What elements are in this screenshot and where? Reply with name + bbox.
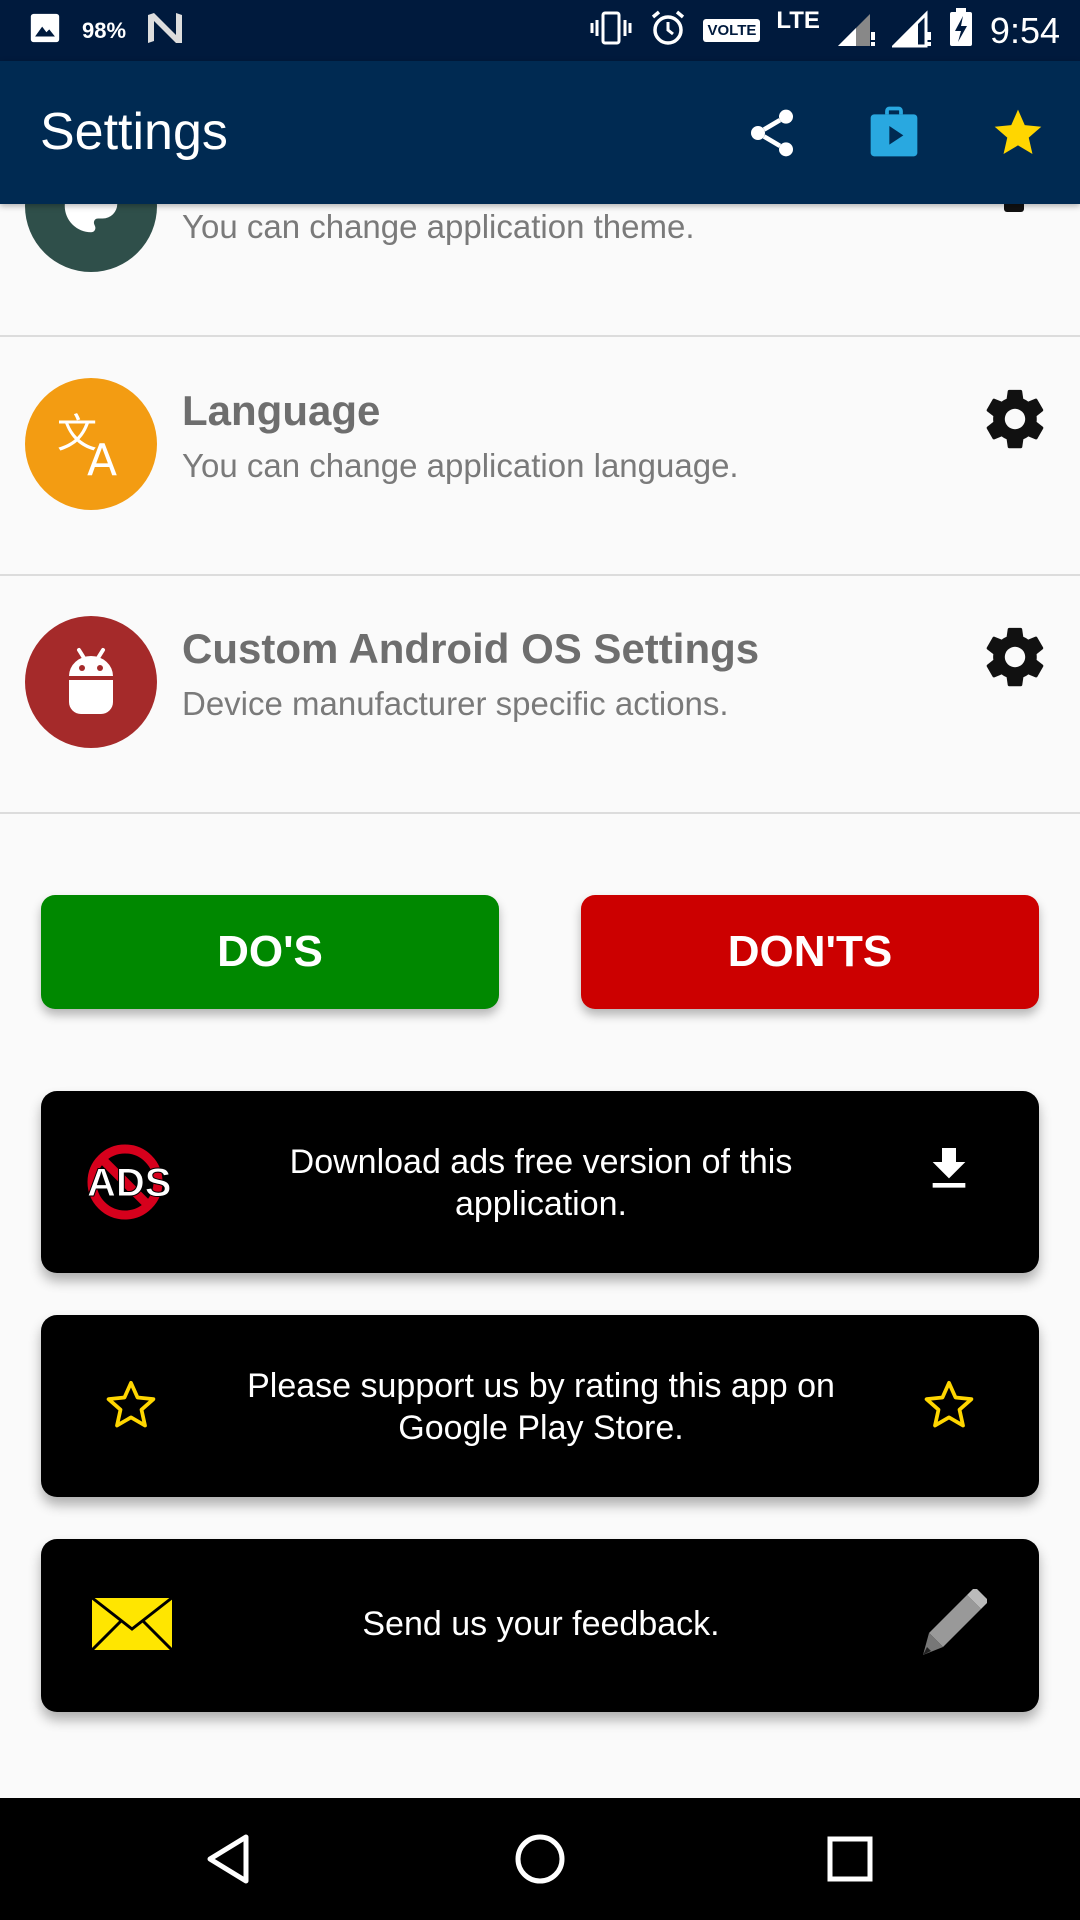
page-title: Settings — [40, 103, 228, 161]
mail-icon — [89, 1595, 175, 1658]
signal-icon-1 — [836, 8, 876, 53]
lte-text: LTE — [776, 6, 820, 34]
ads-free-card[interactable]: ADS Download ads free version of this ap… — [41, 1091, 1039, 1273]
translate-icon: 文 A — [25, 378, 157, 510]
image-notification-icon — [28, 11, 62, 50]
volte-badge: VOLTE — [703, 19, 761, 42]
donts-button[interactable]: DON'TS — [581, 895, 1039, 1009]
settings-row-language[interactable]: 文 A Language You can change application … — [0, 337, 1080, 576]
play-store-icon[interactable] — [866, 105, 922, 161]
custom-android-subtitle: Device manufacturer specific actions. — [182, 685, 729, 722]
alarm-icon — [649, 9, 687, 52]
feedback-text: Send us your feedback. — [362, 1605, 720, 1643]
rate-app-card[interactable]: Please support us by rating this app on … — [41, 1315, 1039, 1497]
svg-text:A: A — [87, 435, 117, 479]
star-icon[interactable] — [990, 105, 1046, 161]
rate-app-text: Please support us by rating this app on … — [247, 1367, 835, 1447]
gear-icon[interactable] — [980, 622, 1050, 692]
theme-subtitle: You can change application theme. — [182, 208, 695, 245]
star-outline-icon — [921, 1377, 977, 1438]
recents-icon[interactable] — [820, 1829, 880, 1889]
language-subtitle: You can change application language. — [182, 447, 739, 484]
gear-icon[interactable] — [980, 384, 1050, 454]
navigation-bar — [0, 1798, 1080, 1920]
language-title: Language — [182, 387, 381, 434]
app-bar: Settings — [0, 61, 1080, 204]
no-ads-icon: ADS — [83, 1139, 179, 1230]
battery-percent-text: 98% — [82, 17, 127, 43]
no-ads-label: ADS — [87, 1161, 171, 1205]
pencil-icon — [915, 1587, 989, 1666]
vibrate-icon — [589, 10, 633, 51]
ads-free-text: Download ads free version of this applic… — [289, 1143, 793, 1223]
star-outline-icon — [103, 1377, 159, 1438]
back-icon[interactable] — [200, 1829, 260, 1889]
download-icon — [921, 1141, 977, 1202]
signal-icon-2 — [890, 8, 932, 53]
share-icon[interactable] — [744, 105, 800, 161]
home-icon[interactable] — [510, 1829, 570, 1889]
clock-time: 9:54 — [989, 9, 1060, 51]
settings-row-custom-android[interactable]: Custom Android OS Settings Device manufa… — [0, 575, 1080, 814]
n-notification-icon — [146, 11, 184, 50]
dos-button[interactable]: DO'S — [41, 895, 499, 1009]
custom-android-title: Custom Android OS Settings — [182, 625, 760, 672]
status-bar: 98% VOLTE LTE 9:54 — [0, 0, 1080, 61]
battery-charging-icon — [948, 8, 974, 53]
android-icon — [25, 616, 157, 748]
feedback-card[interactable]: Send us your feedback. — [41, 1539, 1039, 1712]
